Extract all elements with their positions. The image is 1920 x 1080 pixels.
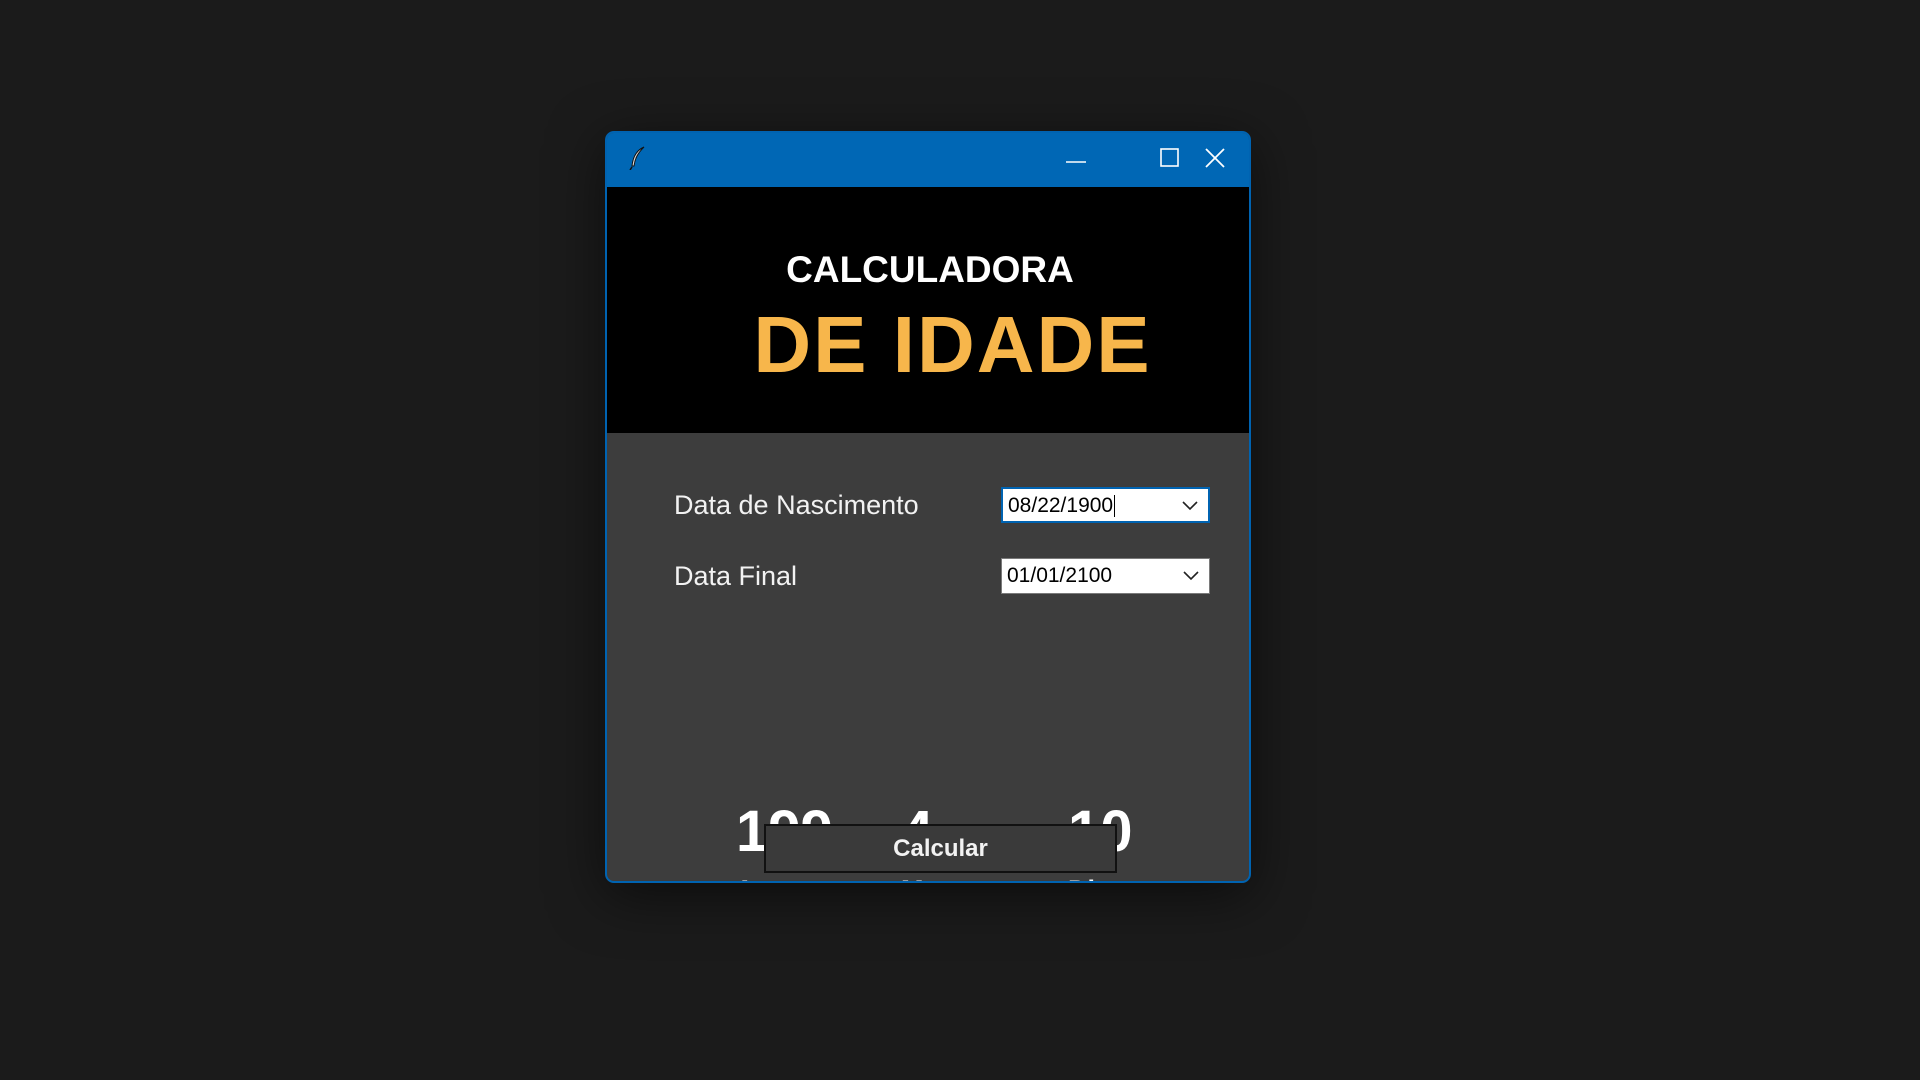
chevron-down-icon[interactable] [1182, 498, 1198, 516]
months-label: Meses [901, 875, 984, 881]
banner-title-line1: CALCULADORA [786, 249, 1074, 290]
app-window: CALCULADORA DE IDADE Data de Nascimento … [605, 131, 1251, 883]
text-cursor [1114, 495, 1116, 518]
end-date-value[interactable]: 01/01/2100 [1007, 564, 1112, 588]
header-banner: CALCULADORA DE IDADE [607, 187, 1249, 433]
chevron-down-icon[interactable] [1183, 568, 1199, 586]
maximize-icon [1159, 148, 1179, 172]
birth-date-field[interactable]: 08/22/1900 [1001, 487, 1210, 523]
birth-date-label: Data de Nascimento [674, 490, 919, 520]
banner-title-line2: DE IDADE [753, 300, 1152, 389]
title-bar[interactable] [607, 133, 1249, 187]
end-date-field[interactable]: 01/01/2100 [1001, 558, 1210, 594]
end-date-label: Data Final [674, 561, 798, 591]
minimize-icon [1066, 151, 1086, 169]
days-label: Dias [1068, 875, 1125, 881]
close-button[interactable] [1177, 133, 1249, 187]
years-label: Anos [735, 875, 803, 881]
minimize-button[interactable] [1041, 133, 1111, 187]
calculate-button[interactable]: Calcular [764, 824, 1117, 873]
close-icon [1205, 147, 1225, 173]
birth-date-value[interactable]: 08/22/1900 [1008, 494, 1116, 518]
feather-icon [629, 146, 647, 175]
